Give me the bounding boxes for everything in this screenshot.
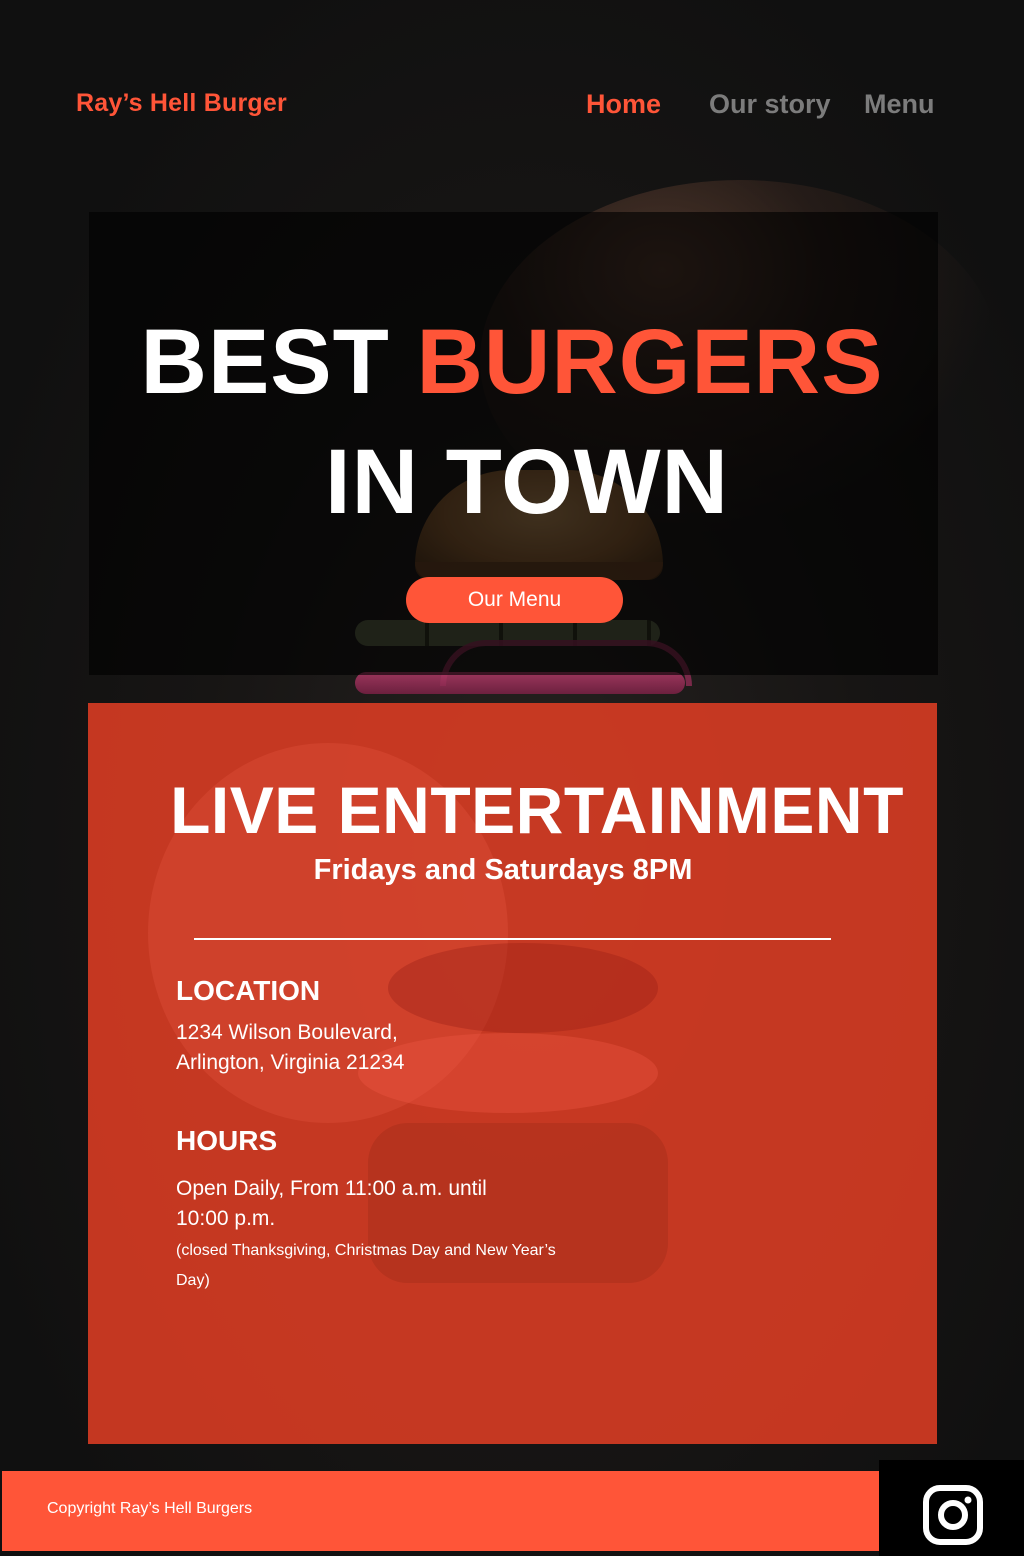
info-background-patty-photo <box>388 943 658 1033</box>
nav-link-our-story[interactable]: Our story <box>709 89 831 120</box>
entertainment-schedule: Fridays and Saturdays 8PM <box>313 854 693 886</box>
page: Ray’s Hell Burger Home Our story Menu BE… <box>0 0 1024 1556</box>
hero-headline-line2: IN TOWN <box>325 431 729 533</box>
hours-closed-note: (closed Thanksgiving, Christmas Day and … <box>176 1242 556 1289</box>
hours-text: Open Daily, From 11:00 a.m. until 10:00 … <box>176 1177 487 1230</box>
top-nav: Home Our story Menu <box>0 89 1024 123</box>
hero-word-burgers: BURGERS <box>416 311 884 413</box>
our-menu-button[interactable]: Our Menu <box>406 577 623 623</box>
section-divider <box>194 938 831 940</box>
hours-heading: HOURS <box>176 1125 278 1156</box>
instagram-icon[interactable] <box>922 1484 984 1546</box>
footer-copyright: Copyright Ray’s Hell Burgers <box>47 1500 253 1517</box>
entertainment-title: LIVE ENTERTAINMENT <box>170 773 904 847</box>
nav-link-menu[interactable]: Menu <box>864 89 935 120</box>
location-heading: LOCATION <box>176 975 321 1006</box>
nav-link-home[interactable]: Home <box>586 89 661 120</box>
address-line-1: 1234 Wilson Boulevard, <box>176 1021 398 1044</box>
address-line-2: Arlington, Virginia 21234 <box>176 1051 405 1074</box>
hero-headline-line1: BEST BURGERS <box>0 312 1024 412</box>
background-onion-slices-photo <box>355 672 685 694</box>
hero-word-best: BEST <box>140 311 390 413</box>
